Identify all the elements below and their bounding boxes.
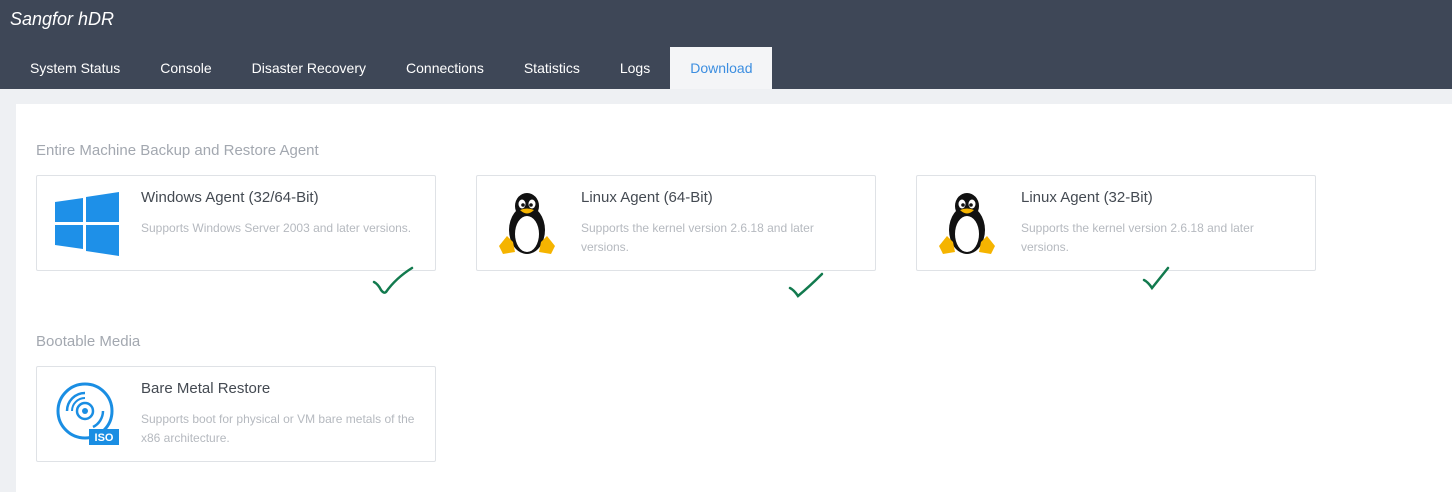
agents-section-title: Entire Machine Backup and Restore Agent bbox=[36, 142, 319, 159]
iso-badge: ISO bbox=[95, 432, 114, 444]
tab-disaster-recovery[interactable]: Disaster Recovery bbox=[232, 47, 386, 89]
card-description: Supports boot for physical or VM bare me… bbox=[141, 412, 415, 445]
checkmark-icon bbox=[372, 266, 414, 294]
checkmark-icon bbox=[788, 272, 824, 298]
linux-tux-icon bbox=[939, 193, 995, 254]
linux-tux-icon bbox=[499, 193, 555, 254]
tab-logs[interactable]: Logs bbox=[600, 47, 670, 89]
card-title: Windows Agent (32/64-Bit) bbox=[141, 189, 319, 206]
main-nav: System Status Console Disaster Recovery … bbox=[0, 47, 773, 89]
linux-agent-64-card[interactable]: Linux Agent (64-Bit) Supports the kernel… bbox=[476, 175, 876, 271]
iso-disc-icon: ISO bbox=[56, 382, 119, 445]
card-title: Linux Agent (64-Bit) bbox=[581, 189, 713, 206]
download-panel: Entire Machine Backup and Restore Agent … bbox=[16, 104, 1452, 492]
card-description: Supports the kernel version 2.6.18 and l… bbox=[581, 221, 814, 254]
card-description: Supports Windows Server 2003 and later v… bbox=[141, 221, 412, 235]
card-title: Bare Metal Restore bbox=[141, 380, 271, 397]
tab-statistics[interactable]: Statistics bbox=[504, 47, 600, 89]
checkmark-icon bbox=[1142, 266, 1170, 291]
linux-agent-32-card[interactable]: Linux Agent (32-Bit) Supports the kernel… bbox=[916, 175, 1316, 271]
card-title: Linux Agent (32-Bit) bbox=[1021, 189, 1153, 206]
card-description: Supports the kernel version 2.6.18 and l… bbox=[1021, 221, 1254, 254]
windows-icon bbox=[55, 192, 119, 256]
bare-metal-restore-card[interactable]: ISO Bare Metal Restore Supports boot for… bbox=[36, 366, 436, 462]
app-header: Sangfor hDR System Status Console Disast… bbox=[0, 0, 1452, 89]
app-brand: Sangfor hDR bbox=[10, 9, 115, 29]
media-section-title: Bootable Media bbox=[36, 333, 141, 350]
tab-console[interactable]: Console bbox=[140, 47, 231, 89]
windows-agent-card[interactable]: Windows Agent (32/64-Bit) Supports Windo… bbox=[36, 175, 436, 271]
tab-connections[interactable]: Connections bbox=[386, 47, 504, 89]
tab-system-status[interactable]: System Status bbox=[0, 47, 140, 89]
tab-download[interactable]: Download bbox=[670, 47, 773, 89]
